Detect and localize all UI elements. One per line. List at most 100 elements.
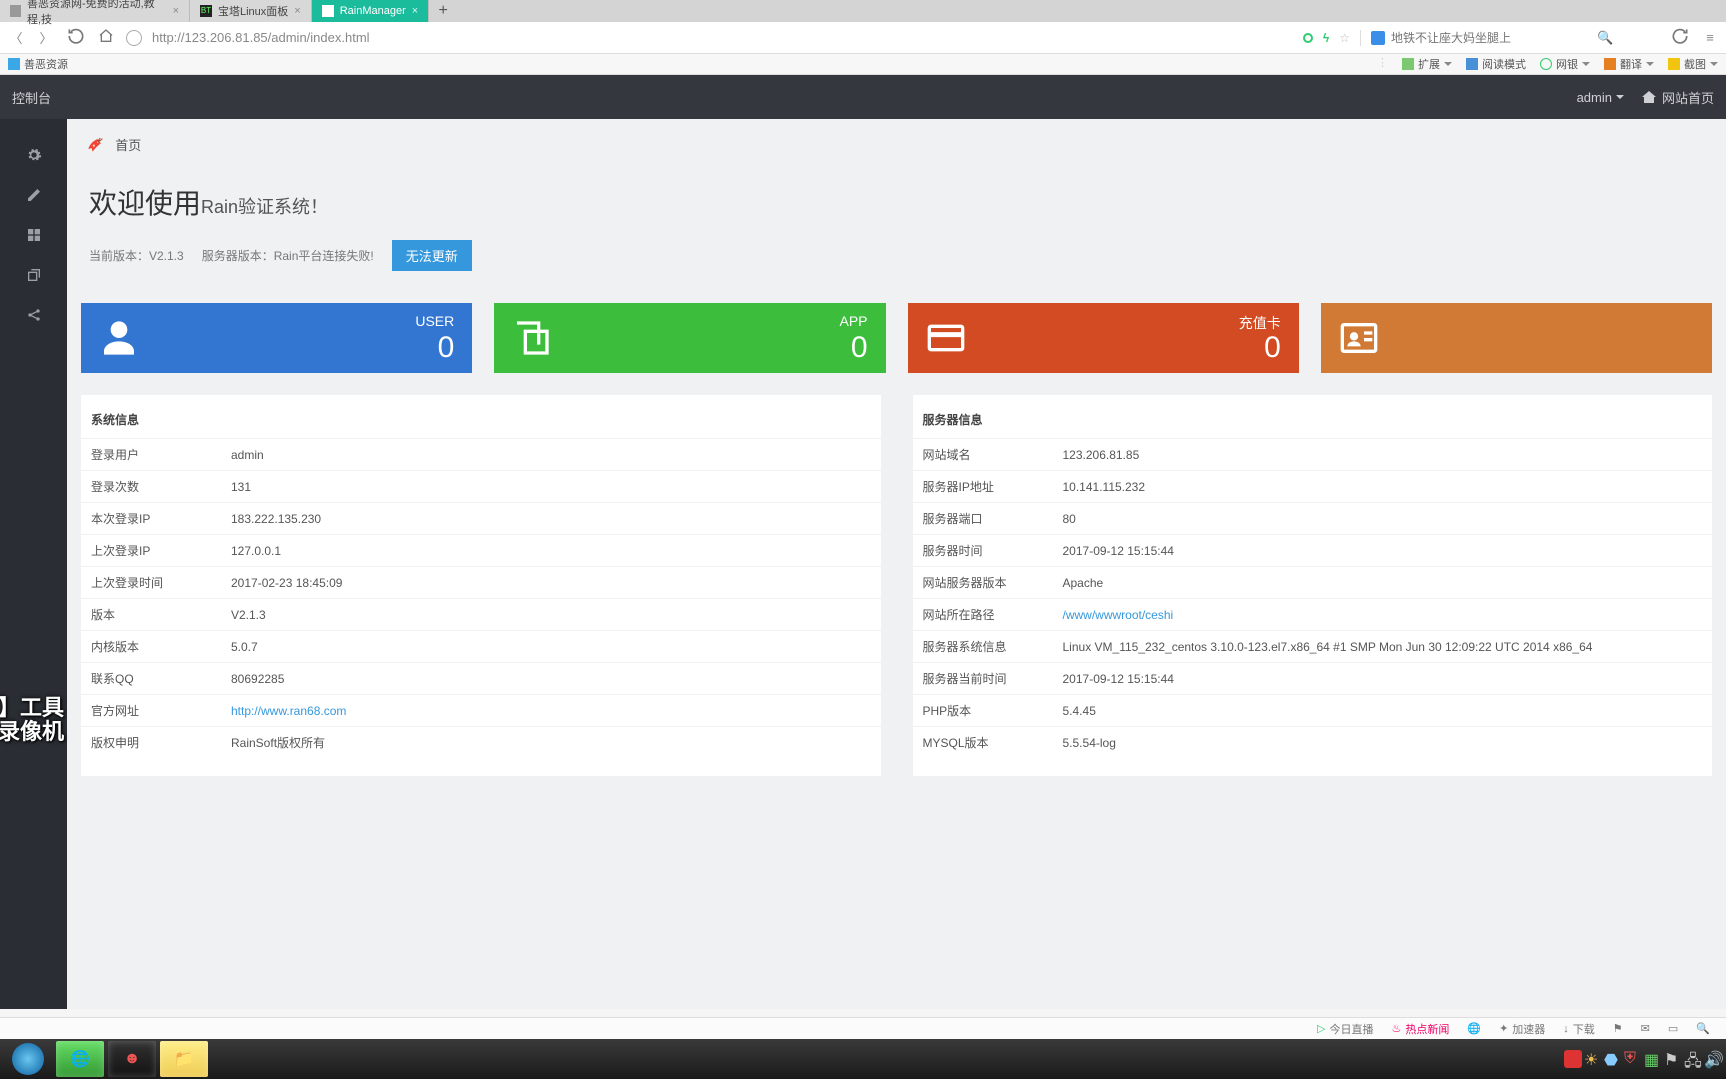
search-input[interactable]	[1391, 31, 1591, 45]
tab-title: 善恶资源网-免费的活动,教程,技	[27, 0, 167, 27]
search-engine-icon[interactable]	[1371, 31, 1385, 45]
ext-net[interactable]: 网银	[1540, 56, 1590, 72]
grid-icon[interactable]	[26, 227, 42, 243]
system-tray[interactable]: ☀ ⬣ ⛨ ▦ ⚑ 🖧 🔊	[1564, 1050, 1722, 1068]
taskbar-app[interactable]: 🌐	[56, 1041, 104, 1077]
tray-icon[interactable]: ▦	[1644, 1050, 1662, 1068]
undo-button[interactable]	[1670, 26, 1690, 49]
share-icon[interactable]	[26, 307, 42, 323]
chevron-down-icon	[1616, 95, 1624, 99]
ext-screenshot[interactable]: 截图	[1668, 56, 1718, 72]
hero: 欢迎使用Rain验证系统！ 当前版本：V2.1.3 服务器版本：Rain平台连接…	[81, 172, 1712, 277]
favicon-icon	[10, 5, 21, 17]
update-button[interactable]: 无法更新	[392, 240, 472, 271]
row-key: 本次登录IP	[81, 503, 221, 535]
gear-icon[interactable]	[26, 147, 42, 163]
user-menu[interactable]: admin	[1577, 90, 1624, 105]
ext-read[interactable]: 阅读模式	[1466, 56, 1526, 72]
row-value[interactable]: http://www.ran68.com	[221, 695, 881, 727]
row-value: 127.0.0.1	[221, 535, 881, 567]
star-icon[interactable]: ☆	[1339, 31, 1350, 45]
play-icon: ▷	[1317, 1022, 1325, 1035]
browser-tab[interactable]: 善恶资源网-免费的活动,教程,技 ×	[0, 0, 190, 22]
table-row: 服务器当前时间2017-09-12 15:15:44	[913, 663, 1713, 695]
card-label: APP	[839, 313, 867, 329]
flag-icon[interactable]: ⚑	[1613, 1022, 1623, 1035]
site-info-icon[interactable]	[126, 30, 142, 46]
close-icon[interactable]: ×	[294, 5, 300, 17]
table-row: 服务器端口80	[913, 503, 1713, 535]
mail-icon[interactable]: ✉	[1641, 1022, 1650, 1035]
edit-icon[interactable]	[26, 187, 42, 203]
row-value: 2017-02-23 18:45:09	[221, 567, 881, 599]
row-key: 登录用户	[81, 439, 221, 471]
card-app[interactable]: APP 0	[494, 303, 885, 373]
zoom-icon[interactable]: 🔍	[1696, 1022, 1710, 1035]
ext-translate[interactable]: 翻译	[1604, 56, 1654, 72]
book-icon	[1466, 58, 1478, 70]
card-recharge[interactable]: 充值卡 0	[908, 303, 1299, 373]
table-row: 版权申明RainSoft版权所有	[81, 727, 881, 759]
translate-icon[interactable]: 🌐	[1467, 1022, 1481, 1035]
url-text[interactable]: http://123.206.81.85/admin/index.html	[152, 30, 370, 45]
close-icon[interactable]: ×	[173, 5, 179, 17]
bolt-icon[interactable]: ϟ	[1323, 31, 1329, 45]
row-value: 123.206.81.85	[1053, 439, 1713, 471]
row-key: 服务器时间	[913, 535, 1053, 567]
row-value: 2017-09-12 15:15:44	[1053, 663, 1713, 695]
tray-icon[interactable]: ⚑	[1664, 1050, 1682, 1068]
tray-icon[interactable]	[1564, 1050, 1582, 1068]
menu-button[interactable]: ≡	[1700, 30, 1720, 45]
download-button[interactable]: ↓下载	[1563, 1021, 1595, 1037]
row-value: RainSoft版权所有	[221, 727, 881, 759]
translate-icon	[1604, 58, 1616, 70]
taskbar-app[interactable]: 📁	[160, 1041, 208, 1077]
table-row: 登录用户admin	[81, 439, 881, 471]
search-box[interactable]: 🔍	[1360, 30, 1660, 46]
taskbar[interactable]: 🌐 ☻ 📁 ☀ ⬣ ⛨ ▦ ⚑ 🖧 🔊	[0, 1039, 1726, 1079]
panel-title: 系统信息	[81, 403, 881, 438]
new-tab-button[interactable]: +	[429, 2, 457, 20]
row-key: 登录次数	[81, 471, 221, 503]
tray-icon[interactable]: ☀	[1584, 1050, 1602, 1068]
row-value[interactable]: /www/wwwroot/ceshi	[1053, 599, 1713, 631]
server-info-table: 网站域名123.206.81.85服务器IP地址10.141.115.232服务…	[913, 438, 1713, 758]
browser-tab-active[interactable]: RainManager ×	[312, 0, 429, 22]
window-icon[interactable]: ▭	[1668, 1022, 1678, 1035]
site-home-link[interactable]: 网站首页	[1642, 88, 1714, 107]
row-key: 上次登录IP	[81, 535, 221, 567]
tray-icon[interactable]: ⛨	[1624, 1050, 1642, 1068]
search-icon[interactable]: 🔍	[1597, 30, 1613, 46]
tray-icon[interactable]: ⬣	[1604, 1050, 1622, 1068]
app-brand[interactable]: 控制台	[12, 88, 51, 107]
table-row: 网站所在路径/www/wwwroot/ceshi	[913, 599, 1713, 631]
fire-icon: ♨	[1392, 1022, 1402, 1035]
copy-icon[interactable]	[26, 267, 42, 283]
hotnews-button[interactable]: ♨热点新闻	[1392, 1021, 1450, 1037]
forward-button[interactable]: 〉	[36, 28, 56, 47]
row-value: 80	[1053, 503, 1713, 535]
row-value: 131	[221, 471, 881, 503]
shield-icon[interactable]	[1303, 33, 1313, 43]
row-key: 联系QQ	[81, 663, 221, 695]
start-button[interactable]	[4, 1041, 52, 1077]
accel-button[interactable]: ✦加速器	[1499, 1021, 1545, 1037]
bookmarks-bar: 善恶资源 ⋮ 扩展 阅读模式 网银 翻译 截图	[0, 54, 1726, 75]
home-button[interactable]	[96, 28, 116, 47]
live-button[interactable]: ▷今日直播	[1317, 1021, 1373, 1037]
card-user[interactable]: USER 0	[81, 303, 472, 373]
tray-icon[interactable]: 🖧	[1684, 1050, 1702, 1068]
rocket-icon: ✦	[1499, 1022, 1508, 1035]
ext-expand[interactable]: 扩展	[1402, 56, 1452, 72]
back-button[interactable]: 〈	[6, 28, 26, 47]
bookmark-item[interactable]: 善恶资源	[8, 56, 68, 72]
close-icon[interactable]: ×	[412, 5, 418, 17]
volume-icon[interactable]: 🔊	[1704, 1050, 1722, 1068]
taskbar-app[interactable]: ☻	[108, 1041, 156, 1077]
row-value: 5.0.7	[221, 631, 881, 663]
breadcrumb-home[interactable]: 首页	[115, 135, 141, 154]
card-fourth[interactable]	[1321, 303, 1712, 373]
reload-button[interactable]	[66, 26, 86, 49]
browser-tab[interactable]: BT 宝塔Linux面板 ×	[190, 0, 312, 22]
favicon-icon	[322, 5, 334, 17]
